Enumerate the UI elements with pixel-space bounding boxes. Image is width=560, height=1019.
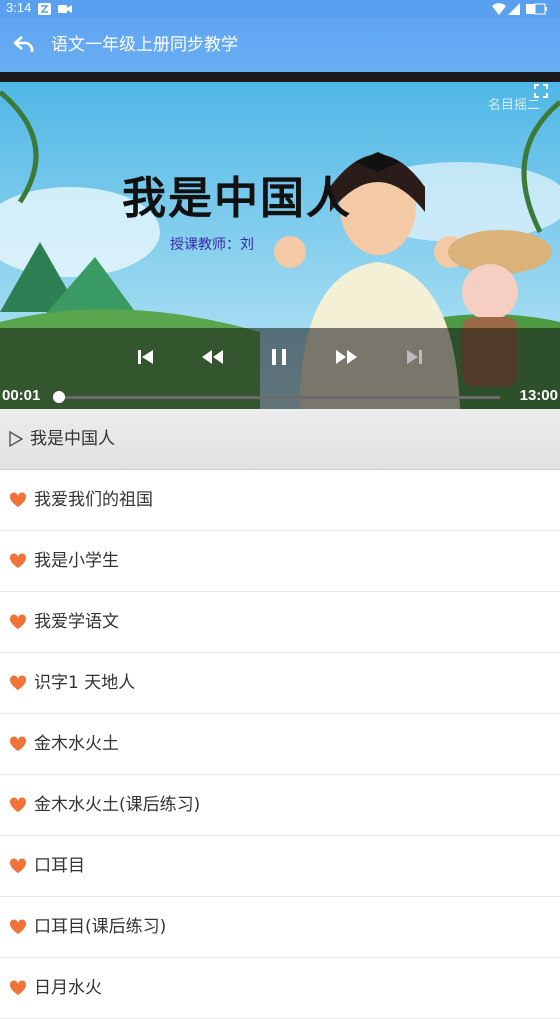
heart-icon: [9, 614, 27, 629]
page-title: 语文一年级上册同步教学: [51, 35, 238, 55]
list-item-label: 日月水火: [34, 978, 102, 998]
list-item-label: 口耳目(课后练习): [34, 917, 167, 937]
app-bar: 语文一年级上册同步教学: [0, 18, 560, 72]
app-notification-icon: [38, 3, 51, 15]
list-item[interactable]: 口耳目: [0, 836, 560, 897]
heart-icon: [9, 675, 27, 690]
progress-knob[interactable]: [53, 391, 66, 403]
list-item[interactable]: 我爱学语文: [0, 592, 560, 653]
previous-track-icon[interactable]: [135, 346, 157, 368]
fullscreen-icon[interactable]: [534, 84, 548, 98]
rewind-icon[interactable]: [200, 346, 224, 368]
now-playing-label: 我是中国人: [30, 429, 115, 449]
slide-title: 我是中国人: [122, 173, 352, 224]
list-item[interactable]: 日月水火: [0, 958, 560, 1019]
now-playing-bar[interactable]: 我是中国人: [0, 409, 560, 470]
current-time: 00:01: [2, 387, 41, 404]
lesson-list: 我爱我们的祖国 我是小学生 我爱学语文 识字1 天地人 金木水火土 金木水火土(…: [0, 470, 560, 1019]
back-arrow-icon[interactable]: [12, 32, 36, 56]
pause-icon[interactable]: [268, 346, 290, 368]
list-item-label: 金木水火土(课后练习): [34, 795, 201, 815]
list-item[interactable]: 我爱我们的祖国: [0, 470, 560, 531]
list-item[interactable]: 识字1 天地人: [0, 653, 560, 714]
player-controls: 00:01 13:00: [0, 328, 560, 409]
next-track-icon[interactable]: [403, 346, 425, 368]
status-time: 3:14: [6, 0, 32, 15]
list-item[interactable]: 金木水火土(课后练习): [0, 775, 560, 836]
total-time: 13:00: [519, 387, 558, 404]
camera-icon: [58, 5, 72, 13]
list-item-label: 口耳目: [34, 856, 85, 876]
video-watermark: 名目摇二: [487, 98, 540, 113]
list-item-label: 识字1 天地人: [34, 673, 136, 693]
signal-icon: [508, 3, 520, 15]
play-outline-icon: [9, 431, 23, 447]
progress-track[interactable]: [58, 396, 500, 399]
list-item-label: 我爱学语文: [34, 612, 119, 632]
list-item-label: 我是小学生: [34, 551, 119, 571]
heart-icon: [9, 736, 27, 751]
heart-icon: [9, 919, 27, 934]
heart-icon: [9, 553, 27, 568]
battery-icon: [526, 3, 547, 15]
list-item-label: 金木水火土: [34, 734, 119, 754]
list-item[interactable]: 我是小学生: [0, 531, 560, 592]
slide-subtitle: 授课教师：刘: [170, 237, 254, 253]
wifi-icon: [492, 3, 506, 15]
status-bar: 3:14: [0, 0, 560, 18]
fast-forward-icon[interactable]: [335, 346, 359, 368]
heart-icon: [9, 492, 27, 507]
list-item[interactable]: 口耳目(课后练习): [0, 897, 560, 958]
video-player[interactable]: 我是中国人 授课教师：刘 名目摇二 00:01 13:00: [0, 72, 560, 409]
heart-icon: [9, 858, 27, 873]
list-item-label: 我爱我们的祖国: [34, 490, 153, 510]
list-item[interactable]: 金木水火土: [0, 714, 560, 775]
heart-icon: [9, 797, 27, 812]
heart-icon: [9, 980, 27, 995]
